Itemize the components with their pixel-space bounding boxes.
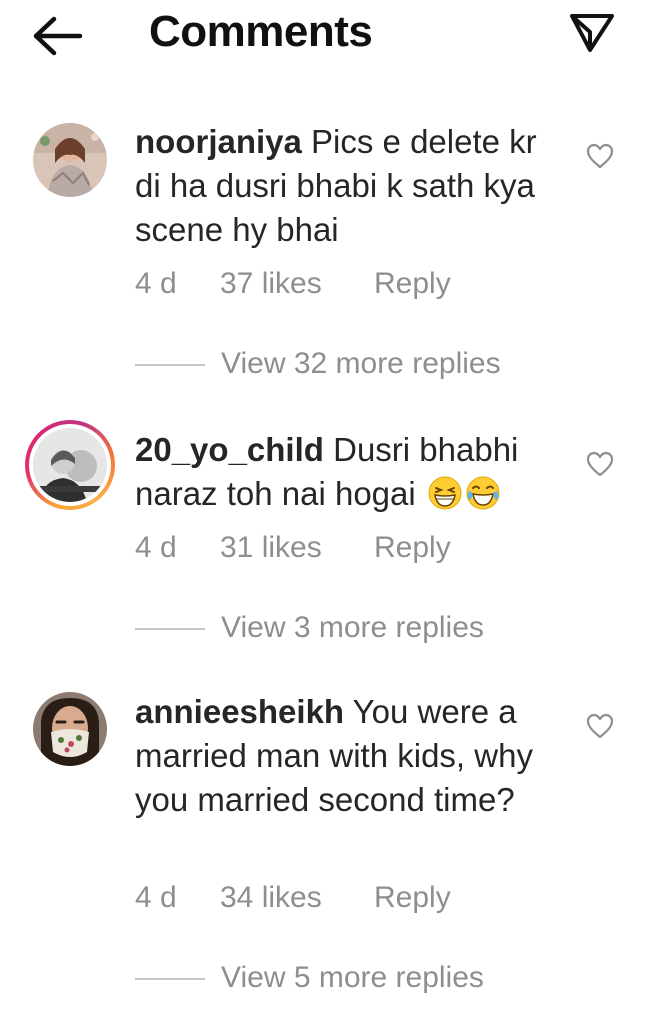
reply-button[interactable]: Reply — [374, 528, 451, 568]
heart-icon[interactable] — [585, 450, 615, 478]
replies-divider — [135, 978, 205, 981]
comment-username[interactable]: noorjaniya — [135, 123, 302, 160]
view-replies-label: View 5 more replies — [221, 961, 484, 994]
comment-text: noorjaniya Pics e delete kr di ha dusri … — [135, 120, 565, 252]
comment-likes[interactable]: 34 likes — [220, 878, 374, 918]
grinning-squinting-face-emoji — [428, 476, 462, 510]
page-title: Comments — [149, 7, 373, 56]
comment-username[interactable]: annieesheikh — [135, 693, 344, 730]
view-replies-button[interactable]: View 5 more replies — [135, 958, 484, 998]
view-replies-button[interactable]: View 3 more replies — [135, 608, 484, 648]
comment-text: annieesheikh You were a married man with… — [135, 690, 565, 822]
comment-username[interactable]: 20_yo_child — [135, 431, 324, 468]
comment-likes[interactable]: 37 likes — [220, 264, 374, 304]
view-replies-button[interactable]: View 32 more replies — [135, 344, 501, 384]
comment-meta: 4 d 37 likes Reply — [135, 264, 451, 304]
avatar[interactable] — [33, 692, 107, 766]
back-button[interactable] — [30, 14, 86, 58]
comment-meta: 4 d 31 likes Reply — [135, 528, 451, 568]
comment-time: 4 d — [135, 267, 177, 300]
view-replies-label: View 3 more replies — [221, 611, 484, 644]
arrow-left-icon — [33, 16, 83, 56]
replies-divider — [135, 628, 205, 631]
avatar[interactable] — [33, 123, 107, 197]
comment-likes[interactable]: 31 likes — [220, 528, 374, 568]
reply-button[interactable]: Reply — [374, 264, 451, 304]
comment-time: 4 d — [135, 881, 177, 914]
story-ring[interactable] — [25, 420, 115, 510]
avatar — [33, 428, 107, 502]
comment-meta: 4 d 34 likes Reply — [135, 878, 451, 918]
share-button[interactable] — [568, 10, 616, 54]
comment-time: 4 d — [135, 531, 177, 564]
comment-text: 20_yo_child Dusri bhabhi naraz toh nai h… — [135, 428, 565, 516]
heart-icon[interactable] — [585, 712, 615, 740]
face-with-tears-of-joy-emoji — [466, 476, 500, 510]
replies-divider — [135, 364, 205, 367]
comments-header: Comments — [0, 0, 658, 70]
reply-button[interactable]: Reply — [374, 878, 451, 918]
view-replies-label: View 32 more replies — [221, 347, 501, 380]
paper-plane-icon — [570, 14, 614, 52]
heart-icon[interactable] — [585, 142, 615, 170]
